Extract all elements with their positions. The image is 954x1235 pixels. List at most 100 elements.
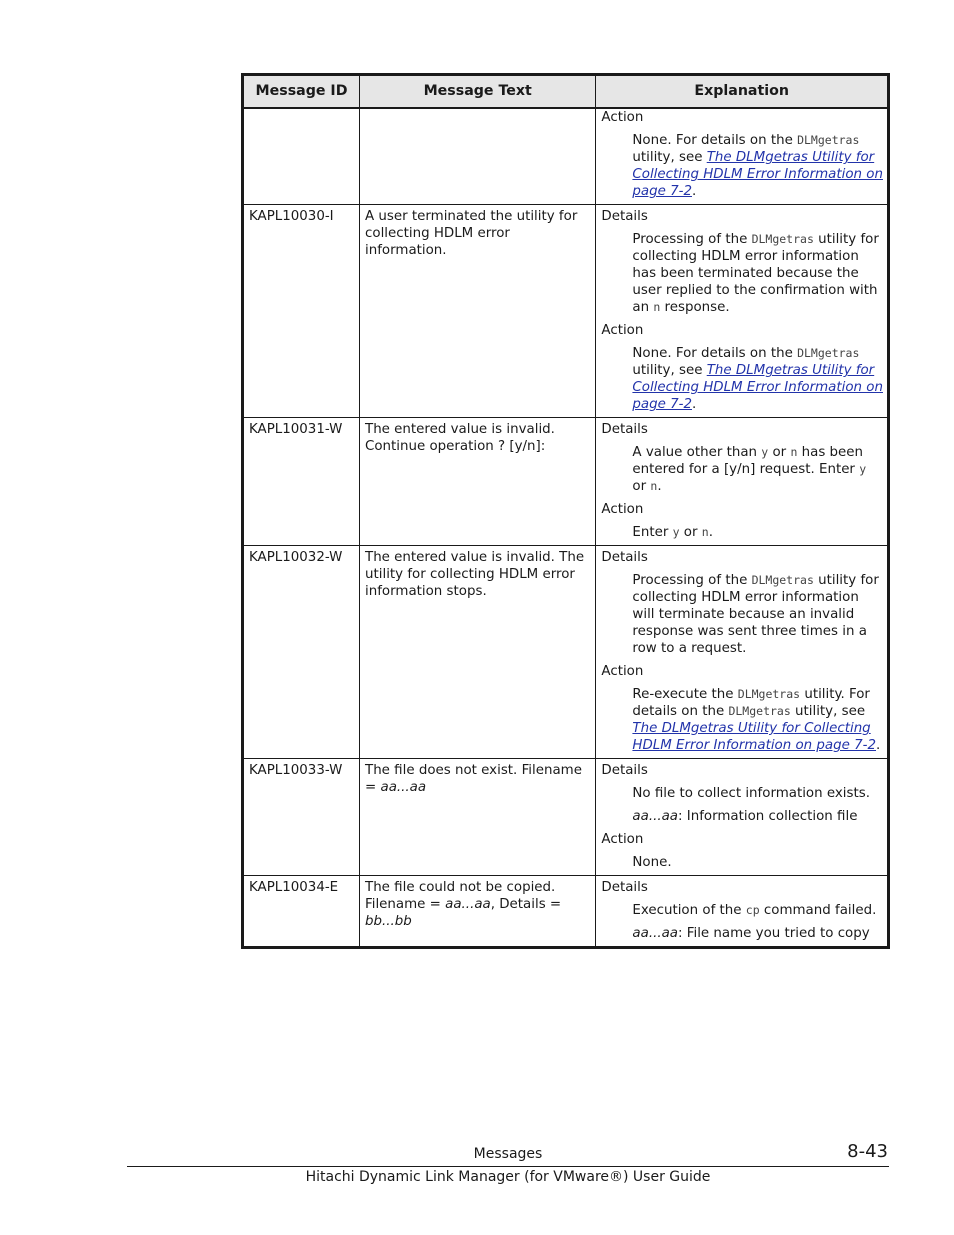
text-run: Execution of the (632, 903, 746, 918)
text-run: or (679, 525, 702, 540)
explanation-cell: Details Processing of the DLMgetras utili… (595, 204, 889, 418)
text-run: : Information collection file (678, 809, 858, 824)
section-label-details: Details (601, 422, 648, 437)
message-text-cell: The entered value is invalid. The utilit… (359, 545, 597, 759)
table-row: KAPL10032-W The entered value is invalid.… (241, 545, 889, 759)
message-text-cell (359, 107, 597, 205)
explanation-cell: Details Processing of the DLMgetras utili… (595, 545, 889, 759)
code-text: y (859, 462, 867, 476)
text-run: or (768, 445, 791, 460)
message-text-cell: The file could not be copied. Filename =… (359, 875, 597, 948)
code-text: DLMgetras (737, 687, 801, 701)
variable-text: aa...aa (632, 809, 678, 824)
table-row: KAPL10031-W The entered value is invalid.… (241, 417, 889, 546)
section-paragraph: Enter y or n. (632, 524, 883, 541)
table-row: KAPL10030-I A user terminated the utility… (241, 204, 889, 418)
section-paragraph: A value other than y or n has been enter… (632, 444, 883, 495)
text-run: Processing of the (632, 232, 752, 247)
text-run: The entered value is invalid. The utilit… (365, 550, 585, 599)
section-paragraph: None. For details on the DLMgetras utili… (632, 132, 883, 200)
section-label-action: Action (601, 502, 644, 517)
text-run: . (691, 184, 697, 199)
footer-guide-title: Hitachi Dynamic Link Manager (for VMware… (305, 1169, 711, 1185)
text-run: Enter (632, 525, 673, 540)
text-run: A user terminated the utility for collec… (365, 209, 578, 258)
explanation-cell: Details Execution of the cp command faile… (595, 875, 889, 948)
cross-reference-link[interactable]: The DLMgetras Utility for Collecting HDL… (632, 721, 876, 753)
table-body: Action None. For details on the DLMgetras… (241, 107, 889, 948)
footer-page-number: 8-43 (847, 1141, 888, 1162)
section-paragraph: Execution of the cp command failed. (632, 902, 883, 919)
code-text: DLMgetras (751, 232, 814, 246)
message-text-cell: The entered value is invalid. Continue o… (359, 417, 597, 546)
message-id-cell: KAPL10030-I (241, 204, 361, 418)
footer-section-title: Messages (473, 1146, 543, 1162)
text-run: Processing of the (632, 573, 752, 588)
text-run: . (657, 479, 662, 494)
section-paragraph: Processing of the DLMgetras utility for … (632, 572, 883, 657)
variable-text: aa...aa (632, 926, 678, 941)
message-id-cell: KAPL10032-W (241, 545, 361, 759)
section-label-details: Details (601, 763, 648, 778)
variable-text: aa...aa (380, 780, 427, 795)
text-run: command failed. (759, 903, 877, 918)
message-id-cell: KAPL10034-E (241, 875, 361, 948)
text-run: response. (660, 300, 730, 315)
header-message-id: Message ID (241, 74, 361, 109)
text-run: None. For details on the (632, 133, 798, 148)
section-paragraph: No file to collect information exists. (632, 785, 883, 802)
text-run: or (632, 479, 651, 494)
section-paragraph: aa...aa: Information collection file (632, 808, 883, 825)
message-text-cell: A user terminated the utility for collec… (359, 204, 597, 418)
code-text: n (701, 525, 709, 539)
code-text: DLMgetras (751, 573, 814, 587)
table-row: KAPL10034-E The file could not be copied.… (241, 875, 889, 948)
variable-text: aa...aa (445, 897, 491, 912)
section-paragraph: Re-execute the DLMgetras utility. For de… (632, 686, 883, 754)
text-run: No file to collect information exists. (632, 786, 870, 801)
messages-table: Message ID Message Text Explanation Acti… (241, 73, 890, 949)
message-id-cell: KAPL10033-W (241, 758, 361, 876)
section-label-action: Action (601, 664, 644, 679)
section-label-action: Action (601, 832, 644, 847)
text-run: The entered value is invalid. Continue o… (365, 422, 555, 454)
explanation-cell: Action None. For details on the DLMgetras… (595, 107, 889, 205)
text-run: Re-execute the (632, 687, 738, 702)
message-id-cell (241, 107, 361, 205)
text-run: : File name you tried to copy (678, 926, 870, 941)
text-run: . (708, 525, 713, 540)
section-label-details: Details (601, 209, 648, 224)
code-text: DLMgetras (797, 346, 860, 360)
text-run: utility, see (632, 363, 707, 378)
text-run: utility, see (632, 150, 707, 165)
text-run: None. For details on the (632, 346, 798, 361)
explanation-cell: Details A value other than y or n has bee… (595, 417, 889, 546)
table-row: KAPL10033-W The file does not exist. File… (241, 758, 889, 876)
text-run: . (691, 397, 697, 412)
text-run: None. (632, 855, 672, 870)
code-text: DLMgetras (797, 133, 860, 147)
code-text: y (672, 525, 680, 539)
section-label-action: Action (601, 323, 644, 338)
section-paragraph: None. (632, 854, 883, 871)
explanation-cell: Details No file to collect information ex… (595, 758, 889, 876)
message-text-cell: The file does not exist. Filename = aa..… (359, 758, 597, 876)
variable-text: bb...bb (365, 914, 412, 929)
section-paragraph: Processing of the DLMgetras utility for … (632, 231, 883, 316)
section-label-details: Details (601, 550, 648, 565)
footer-divider (127, 1166, 889, 1167)
section-label-action: Action (601, 110, 644, 125)
section-paragraph: None. For details on the DLMgetras utili… (632, 345, 883, 413)
header-message-text: Message Text (359, 74, 597, 109)
section-label-details: Details (601, 880, 648, 895)
text-run: , Details = (490, 897, 562, 912)
table-row: Action None. For details on the DLMgetras… (241, 107, 889, 205)
table-header-row: Message ID Message Text Explanation (241, 74, 889, 109)
header-explanation: Explanation (595, 74, 889, 109)
code-text: DLMgetras (728, 704, 791, 718)
text-run: utility, see (790, 704, 866, 719)
message-id-cell: KAPL10031-W (241, 417, 361, 546)
text-run: A value other than (632, 445, 762, 460)
section-paragraph: aa...aa: File name you tried to copy (632, 925, 883, 942)
text-run: . (876, 738, 881, 753)
